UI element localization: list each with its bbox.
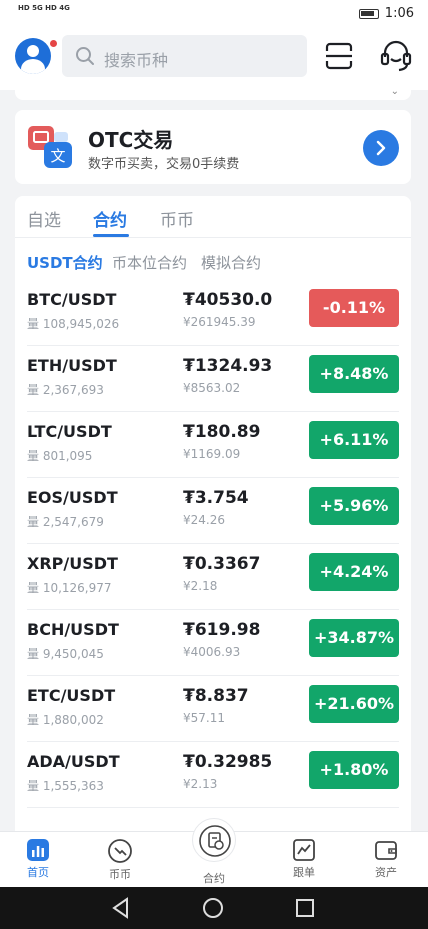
otc-go-button[interactable] [363,130,399,166]
bottom-nav: 首页 币币 合约 跟单 资产 [0,818,428,887]
back-icon[interactable] [112,897,128,919]
pair-name: EOS/USDT [27,488,118,507]
cny-price: ¥8563.02 [183,381,241,395]
last-price: ₮40530.0 [183,290,273,310]
search-input[interactable]: 搜索币种 [104,47,168,71]
volume: 量 2,547,679 [27,515,104,529]
tab-watchlist[interactable]: 自选 [27,206,61,231]
market-row[interactable]: ETH/USDT 量 2,367,693 ₮1324.93 ¥8563.02 +8.48… [15,346,411,412]
subtab-usdt-contract[interactable]: USDT合约 [27,252,103,273]
nav-spot[interactable]: 币币 [90,838,150,882]
pair-name: ETH/USDT [27,356,117,375]
nav-contract[interactable] [192,818,236,862]
market-row[interactable]: XRP/USDT 量 10,126,977 ₮0.3367 ¥2.18 +4.24% [15,544,411,610]
market-row[interactable]: LTC/USDT 量 801,095 ₮180.89 ¥1169.09 +6.11% [15,412,411,478]
last-price: ₮1324.93 [183,356,273,376]
volume: 量 108,945,026 [27,317,120,331]
collapsed-banner: ⌄ [15,86,411,100]
pair-name: BCH/USDT [27,620,119,639]
pair-name: LTC/USDT [27,422,112,441]
search-bar[interactable]: 搜索币种 [62,35,307,77]
volume: 量 801,095 [27,449,93,463]
nav-label: 首页 [27,866,49,879]
market-row[interactable]: EOS/USDT 量 2,547,679 ₮3.754 ¥24.26 +5.96% [15,478,411,544]
nav-label: 资产 [375,866,397,879]
nav-label: 合约 [203,872,225,885]
pair-name: ADA/USDT [27,752,120,771]
scan-icon[interactable] [323,40,355,72]
home-icon[interactable] [203,898,223,918]
pair-name: XRP/USDT [27,554,118,573]
otc-title: OTC交易 [88,128,174,152]
last-price: ₮3.754 [183,488,249,508]
clock: 1:06 [384,6,414,21]
status-bar: HD 5G HD 4G 1:06 [0,0,428,28]
network-indicators: HD 5G HD 4G [18,4,70,12]
market-row[interactable]: BCH/USDT 量 9,450,045 ₮619.98 ¥4006.93 +34.87… [15,610,411,676]
wallet-icon [375,841,397,860]
cny-price: ¥2.18 [183,579,218,593]
cny-price: ¥1169.09 [183,447,241,461]
pair-name: BTC/USDT [27,290,117,309]
tab-underline [93,234,129,237]
recents-icon[interactable] [296,899,314,917]
change-badge[interactable]: +5.96% [309,487,399,525]
chevron-down-icon[interactable]: ⌄ [391,86,399,97]
last-price: ₮0.3367 [183,554,261,574]
chevron-right-icon [376,140,386,156]
system-nav-bar [0,887,428,929]
last-price: ₮619.98 [183,620,261,640]
change-badge[interactable]: +4.24% [309,553,399,591]
change-badge[interactable]: +6.11% [309,421,399,459]
market-row[interactable]: ETC/USDT 量 1,880,002 ₮8.837 ¥57.11 +21.60% [15,676,411,742]
nav-home[interactable]: 首页 [8,838,68,880]
last-price: ₮8.837 [183,686,249,706]
subtab-coin-margined[interactable]: 币本位合约 [112,252,187,273]
pair-name: ETC/USDT [27,686,116,705]
contract-icon [199,825,231,857]
otc-subtitle: 数字币买卖，交易0手续费 [88,157,240,172]
volume: 量 1,880,002 [27,713,104,727]
change-badge[interactable]: +8.48% [309,355,399,393]
coin-swap-icon [108,839,132,863]
volume: 量 2,367,693 [27,383,104,397]
otc-card[interactable]: 文 OTC交易 数字币买卖，交易0手续费 [15,110,411,184]
otc-icon: 文 [28,126,72,168]
battery-icon [358,8,379,19]
divider [27,807,399,808]
customer-service-icon[interactable] [378,38,414,74]
cny-price: ¥4006.93 [183,645,241,659]
tab-contract[interactable]: 合约 [93,206,127,231]
change-badge[interactable]: +1.80% [309,751,399,789]
subtab-simulated[interactable]: 模拟合约 [201,252,261,273]
nav-label: 币币 [109,868,131,881]
svg-text:文: 文 [50,147,65,165]
market-tabs: 自选 合约 币币 [15,196,411,238]
notification-dot [50,40,57,47]
nav-label: 跟单 [293,866,315,879]
top-header: 搜索币种 [0,28,428,90]
cny-price: ¥2.13 [183,777,218,791]
nav-copy-trade[interactable]: 跟单 [274,838,334,880]
cny-price: ¥57.11 [183,711,225,725]
avatar[interactable] [15,38,51,74]
nav-assets[interactable]: 资产 [356,838,416,880]
last-price: ₮180.89 [183,422,261,442]
trend-icon [293,839,315,861]
market-row[interactable]: BTC/USDT 量 108,945,026 ₮40530.0 ¥261945.39 -… [15,280,411,346]
volume: 量 9,450,045 [27,647,104,661]
search-icon [76,47,94,65]
last-price: ₮0.32985 [183,752,273,772]
cny-price: ¥261945.39 [183,315,256,329]
change-badge[interactable]: +21.60% [309,685,399,723]
market-panel: 自选 合约 币币 USDT合约 币本位合约 模拟合约 BTC/USDT 量 108… [15,196,411,836]
tab-spot[interactable]: 币币 [160,206,194,231]
change-badge[interactable]: -0.11% [309,289,399,327]
volume: 量 1,555,363 [27,779,104,793]
change-badge[interactable]: +34.87% [309,619,399,657]
home-chart-icon [27,839,49,861]
market-row[interactable]: ADA/USDT 量 1,555,363 ₮0.32985 ¥2.13 +1.80% [15,742,411,808]
volume: 量 10,126,977 [27,581,112,595]
cny-price: ¥24.26 [183,513,225,527]
